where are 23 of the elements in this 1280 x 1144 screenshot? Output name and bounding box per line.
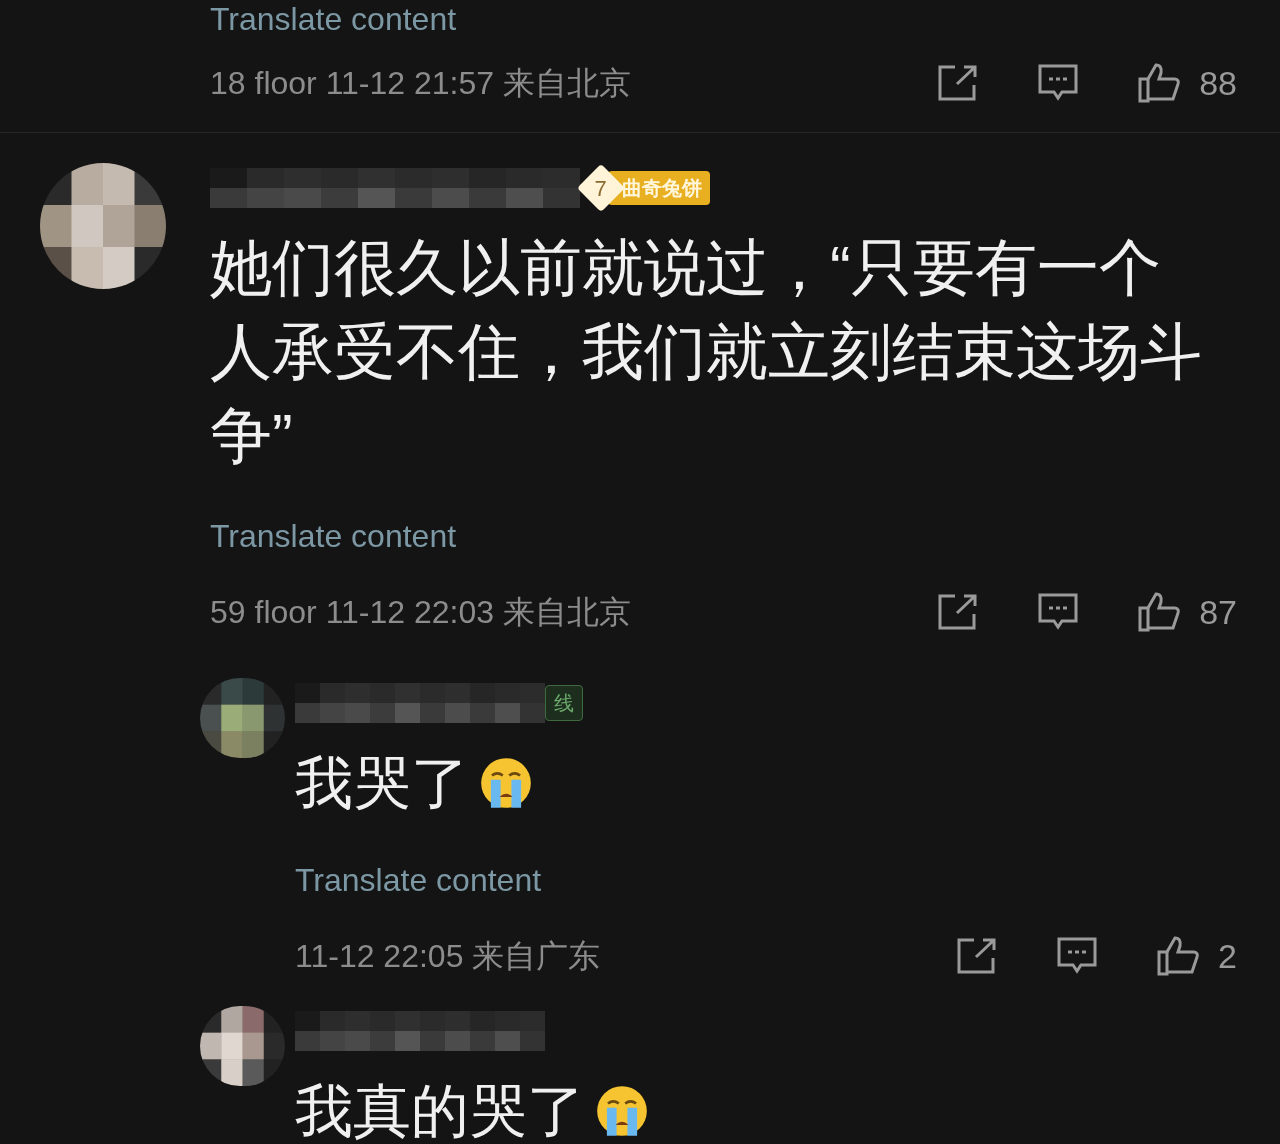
thumbs-up-icon[interactable] <box>1156 935 1201 977</box>
comment-icon[interactable] <box>1056 936 1099 976</box>
like-count: 2 <box>1218 935 1237 977</box>
thumbs-up-icon[interactable] <box>1137 62 1182 104</box>
comment-icon[interactable] <box>1037 63 1080 103</box>
translate-link[interactable]: Translate content <box>295 856 1280 904</box>
comment-meta: 11-12 22:05 来自广东 <box>295 937 601 976</box>
comment-text: 她们很久以前就说过，“只要有一个人承受不住，我们就立刻结束这场斗争” <box>210 232 1203 472</box>
like-count: 88 <box>1199 62 1237 104</box>
fan-badge: 曲奇兔饼 <box>608 171 710 205</box>
translate-link[interactable]: Translate content <box>210 512 1280 560</box>
share-icon[interactable] <box>937 593 980 631</box>
comment-meta: 18 floor 11-12 21:57 来自北京 <box>210 64 631 103</box>
translate-link[interactable]: Translate content <box>210 0 1280 38</box>
reply-text: 我哭了 <box>295 749 469 817</box>
like-count: 87 <box>1199 591 1237 633</box>
share-icon[interactable] <box>937 64 980 102</box>
comment-meta: 59 floor 11-12 22:03 来自北京 <box>210 593 631 632</box>
reply-text: 我真的哭了 <box>295 1077 585 1144</box>
comment-icon[interactable] <box>1037 592 1080 632</box>
share-icon[interactable] <box>956 937 999 975</box>
thumbs-up-icon[interactable] <box>1137 591 1182 633</box>
fan-badge: 线 <box>545 685 583 721</box>
